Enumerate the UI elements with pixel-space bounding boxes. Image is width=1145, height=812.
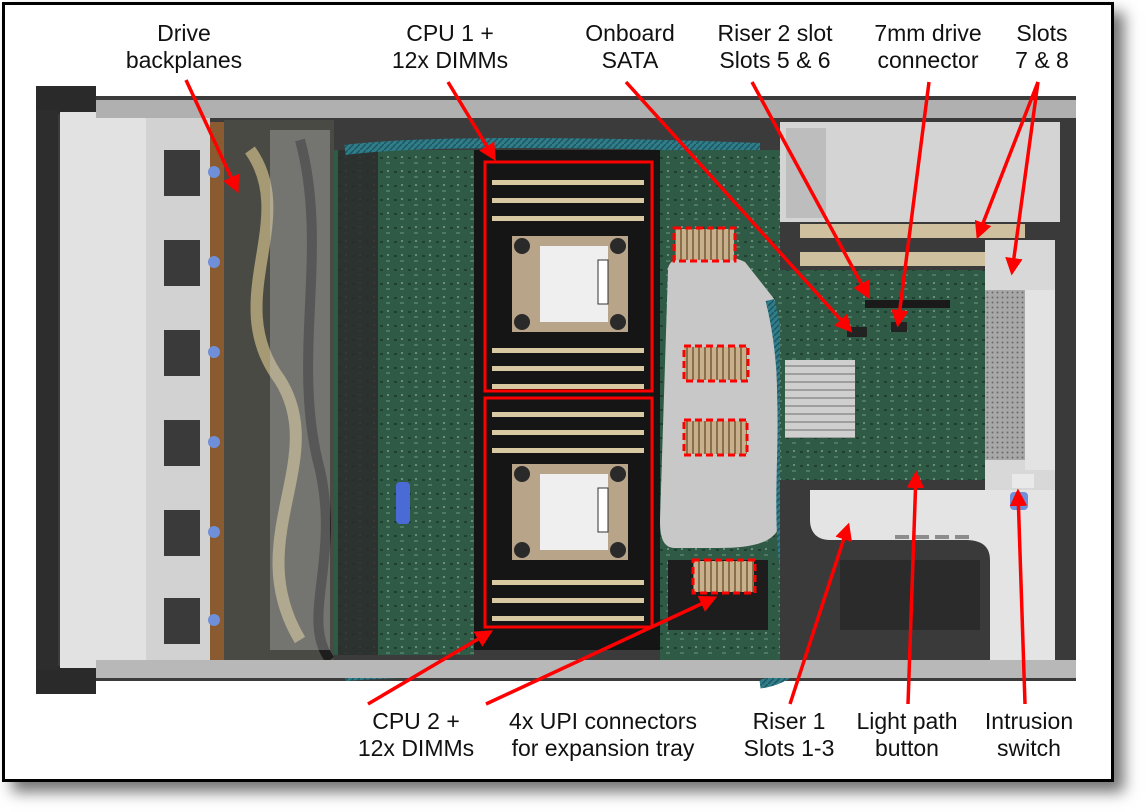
label-line: 4x UPI connectors bbox=[509, 708, 697, 734]
cpu2-heatsink bbox=[512, 464, 628, 560]
server-photo bbox=[36, 79, 1076, 706]
label-line: for expansion tray bbox=[511, 735, 695, 761]
label-line: Riser 1 bbox=[752, 708, 826, 734]
blue-release-tab bbox=[396, 482, 410, 524]
label-line: 7mm drive bbox=[874, 20, 982, 46]
cpu1-heatsink bbox=[512, 236, 628, 332]
label-line: button bbox=[875, 735, 939, 761]
label-line: Slots bbox=[1016, 20, 1068, 46]
label-line: Slots 5 & 6 bbox=[719, 47, 831, 73]
label-line: Onboard bbox=[585, 20, 675, 46]
label-cpu1-dimms: CPU 1 + 12x DIMMs bbox=[370, 20, 530, 74]
label-7mm-drive-connector: 7mm drive connector bbox=[858, 20, 998, 74]
label-line: 7 & 8 bbox=[1015, 47, 1069, 73]
label-line: Light path bbox=[856, 708, 958, 734]
label-line: CPU 1 + bbox=[406, 20, 494, 46]
label-cpu2-dimms: CPU 2 + 12x DIMMs bbox=[350, 708, 482, 762]
label-line: SATA bbox=[601, 47, 659, 73]
label-line: 12x DIMMs bbox=[357, 735, 475, 761]
label-riser1: Riser 1 Slots 1-3 bbox=[734, 708, 844, 762]
label-riser2-slot: Riser 2 slot Slots 5 & 6 bbox=[700, 20, 850, 74]
label-line: Slots 1-3 bbox=[743, 735, 835, 761]
label-line: switch bbox=[997, 735, 1061, 761]
label-line: CPU 2 + bbox=[372, 708, 460, 734]
label-line: Drive bbox=[157, 20, 211, 46]
intrusion-switch-part bbox=[1012, 474, 1034, 488]
label-upi-connectors: 4x UPI connectors for expansion tray bbox=[490, 708, 716, 762]
label-light-path-button: Light path button bbox=[846, 708, 968, 762]
label-line: 12x DIMMs bbox=[391, 47, 509, 73]
label-line: Riser 2 slot bbox=[717, 20, 833, 46]
label-onboard-sata: Onboard SATA bbox=[570, 20, 690, 74]
pch-heatsink bbox=[785, 360, 855, 438]
front-bezel-plate bbox=[60, 112, 146, 668]
label-line: Intrusion bbox=[984, 708, 1074, 734]
label-drive-backplanes: Drive backplanes bbox=[104, 20, 264, 74]
expansion-tray-bracket bbox=[660, 253, 780, 549]
label-line: connector bbox=[877, 47, 979, 73]
label-line: backplanes bbox=[125, 47, 243, 73]
drive-cage bbox=[146, 118, 210, 666]
label-slots-7-8: Slots 7 & 8 bbox=[1000, 20, 1084, 74]
label-intrusion-switch: Intrusion switch bbox=[974, 708, 1084, 762]
drive-backplane bbox=[210, 122, 224, 662]
